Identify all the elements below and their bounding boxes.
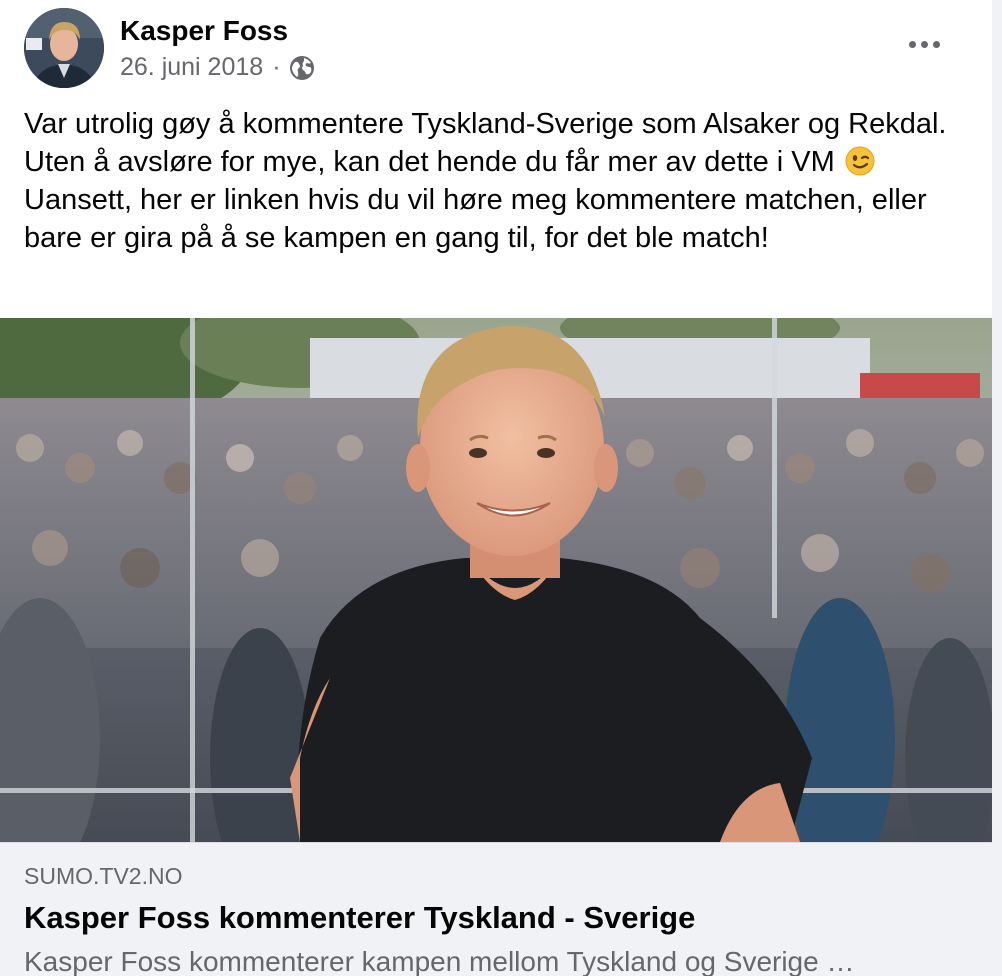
meta-separator: · [272,53,281,81]
more-dot [908,40,916,48]
more-dot [920,40,928,48]
link-preview-image[interactable] [0,318,992,842]
link-title[interactable]: Kasper Foss kommenterer Tyskland - Sveri… [24,900,695,936]
author-name[interactable]: Kasper Foss [120,15,288,47]
author-avatar[interactable] [24,8,104,88]
post-meta: 26. juni 2018 · [120,53,315,82]
facebook-post: Kasper Foss 26. juni 2018 · Var utrolig … [0,0,992,976]
post-header: Kasper Foss 26. juni 2018 · [24,8,984,90]
post-text-part1: Var utrolig gøy å kommentere Tyskland-Sv… [24,108,947,178]
post-text-part2: Uansett, her er linken hvis du vil høre … [24,184,927,254]
winking-face-emoji [845,146,875,176]
link-description: Kasper Foss kommenterer kampen mellom Ty… [24,946,855,976]
post-date[interactable]: 26. juni 2018 [120,53,263,82]
page-background-edge [992,0,1002,976]
avatar-image [24,8,104,88]
globe-icon[interactable] [289,55,315,81]
link-preview-caption[interactable]: SUMO.TV2.NO Kasper Foss kommenterer Tysk… [0,842,992,976]
more-options-button[interactable] [900,26,948,62]
link-domain: SUMO.TV2.NO [24,863,183,889]
link-preview-card[interactable]: SUMO.TV2.NO Kasper Foss kommenterer Tysk… [0,318,992,976]
more-dot [932,40,940,48]
post-text: Var utrolig gøy å kommentere Tyskland-Sv… [24,105,974,257]
